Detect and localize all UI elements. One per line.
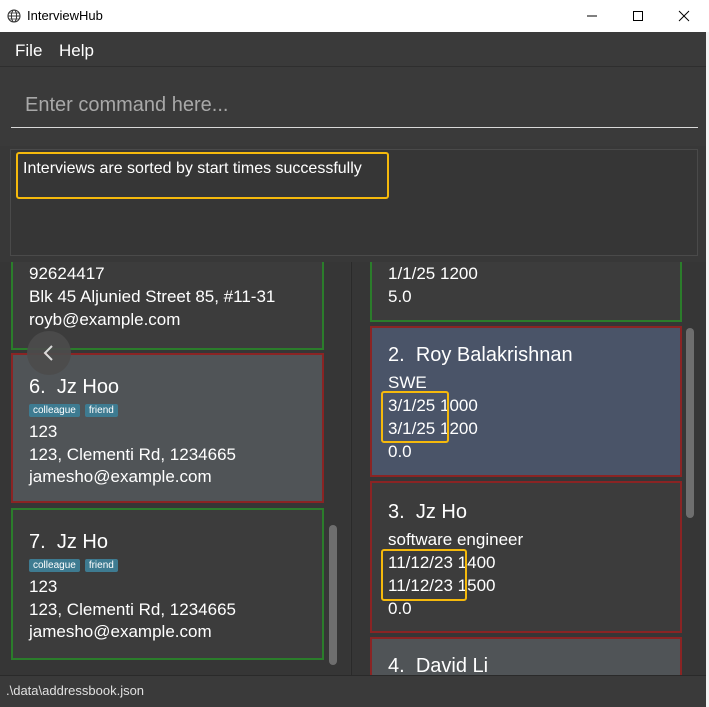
back-button[interactable] <box>27 331 71 375</box>
maximize-button[interactable] <box>615 0 661 32</box>
command-input[interactable] <box>11 84 698 128</box>
interview-card[interactable]: 2. Roy Balakrishnan SWE 3/1/25 1000 3/1/… <box>370 326 682 477</box>
interview-card[interactable]: 4. David Li <box>370 637 682 675</box>
person-email: royb@example.com <box>29 310 181 329</box>
tag-colleague: colleague <box>29 404 80 417</box>
person-index: 7. <box>29 531 46 553</box>
result-message: Interviews are sorted by start times suc… <box>23 160 362 177</box>
person-list[interactable]: 92624417 Blk 45 Aljunied Street 85, #11-… <box>0 262 350 675</box>
person-tags: colleague friend <box>29 404 118 417</box>
person-card[interactable]: 6. Jz Hoo colleague friend 123 123, Clem… <box>11 353 324 503</box>
person-index: 6. <box>29 376 46 398</box>
interview-index: 4. <box>388 655 405 675</box>
person-phone: 123 <box>29 422 58 441</box>
date-highlight <box>381 549 467 601</box>
minimize-button[interactable] <box>569 0 615 32</box>
menu-bar <box>0 32 709 66</box>
interview-start: 1/1/25 1200 <box>388 264 478 283</box>
person-tags: colleague friend <box>29 559 118 572</box>
interview-role: software engineer <box>388 530 524 549</box>
person-address: 123, Clementi Rd, 1234665 <box>29 445 236 464</box>
close-icon <box>678 10 690 22</box>
interview-list[interactable]: 1/1/25 1200 5.0 2. Roy Balakrishnan SWE … <box>351 262 709 675</box>
status-file-path: .\data\addressbook.json <box>6 683 145 698</box>
person-list-scrollbar[interactable] <box>329 525 337 665</box>
interview-card[interactable]: 3. Jz Ho software engineer 11/12/23 1400… <box>370 481 682 633</box>
menu-file[interactable]: File <box>15 41 42 61</box>
interview-name: Roy Balakrishnan <box>415 344 573 366</box>
person-email: jamesho@example.com <box>29 622 212 641</box>
close-button[interactable] <box>661 0 707 32</box>
person-address: Blk 45 Aljunied Street 85, #11-31 <box>29 287 276 306</box>
maximize-icon <box>633 11 643 21</box>
chevron-left-icon <box>43 345 53 361</box>
interview-rating: 0.0 <box>388 599 412 618</box>
interview-role: SWE <box>388 373 427 392</box>
interview-list-scrollbar[interactable] <box>686 328 694 518</box>
date-highlight <box>381 391 449 443</box>
person-name: Jz Hoo <box>56 376 120 398</box>
minimize-icon <box>587 15 597 17</box>
interview-rating: 0.0 <box>388 442 412 461</box>
interview-index: 2. <box>388 344 405 366</box>
person-phone: 123 <box>29 577 58 596</box>
tag-friend: friend <box>84 404 118 417</box>
interview-index: 3. <box>388 501 405 523</box>
person-phone: 92624417 <box>29 264 105 283</box>
person-email: jamesho@example.com <box>29 467 212 486</box>
person-name: Jz Ho <box>56 531 108 553</box>
interview-name: David Li <box>415 655 489 675</box>
interview-card[interactable]: 1/1/25 1200 5.0 <box>370 262 682 322</box>
interview-name: Jz Ho <box>415 501 467 523</box>
globe-icon <box>7 9 21 23</box>
window-title: InterviewHub <box>27 8 103 23</box>
menu-help[interactable]: Help <box>59 41 94 61</box>
tag-friend: friend <box>84 559 118 572</box>
person-address: 123, Clementi Rd, 1234665 <box>29 600 236 619</box>
person-card[interactable]: 7. Jz Ho colleague friend 123 123, Cleme… <box>11 508 324 660</box>
interview-rating: 5.0 <box>388 287 412 306</box>
tag-colleague: colleague <box>29 559 80 572</box>
